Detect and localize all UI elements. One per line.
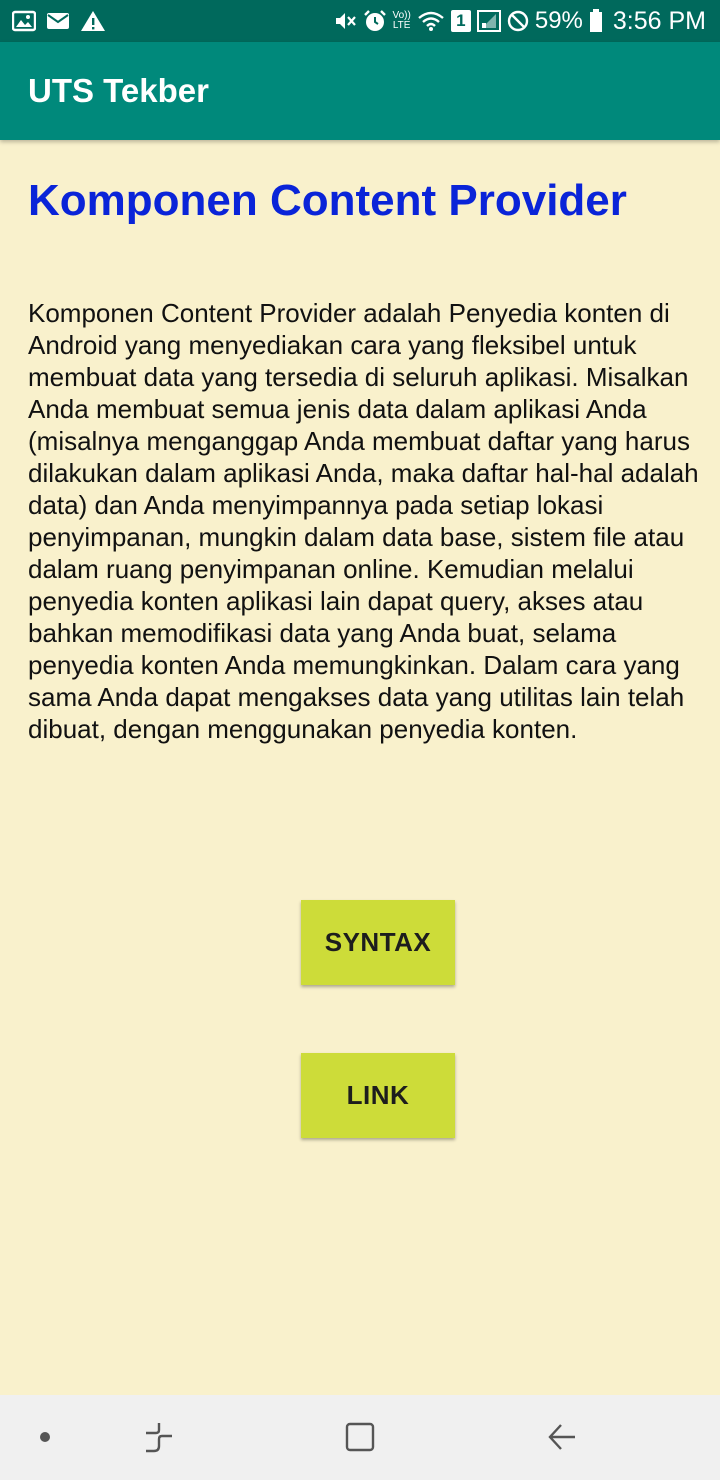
home-icon[interactable]: [340, 1417, 380, 1457]
main-content: Komponen Content Provider Komponen Conte…: [0, 140, 720, 1395]
link-button[interactable]: LINK: [301, 1053, 455, 1138]
signal-icon: [476, 10, 501, 32]
syntax-button[interactable]: SYNTAX: [301, 900, 455, 985]
warning-icon: [80, 10, 106, 32]
back-icon[interactable]: [542, 1417, 582, 1457]
sim-icon: 1: [450, 10, 471, 32]
gallery-icon: [12, 10, 36, 32]
app-title: UTS Tekber: [28, 72, 209, 109]
app-bar: UTS Tekber: [0, 42, 720, 140]
recents-icon[interactable]: [139, 1417, 179, 1457]
mute-icon: [333, 10, 357, 32]
battery-icon: [589, 9, 603, 33]
mail-icon: [46, 11, 70, 31]
page-title: Komponen Content Provider: [28, 176, 627, 225]
do-not-disturb-icon: [507, 10, 529, 32]
clock: 3:56 PM: [612, 6, 706, 35]
dot-icon[interactable]: [25, 1417, 65, 1457]
wifi-icon: [417, 10, 445, 32]
alarm-icon: [363, 9, 387, 33]
navigation-bar: [0, 1395, 720, 1480]
description-text: Komponen Content Provider adalah Penyedi…: [28, 298, 699, 744]
volte-icon: Vo)) LTE: [392, 10, 411, 31]
battery-percent: 59%: [534, 7, 583, 34]
status-bar-right: Vo)) LTE 1 59% 3:56 PM: [333, 6, 706, 36]
status-bar: Vo)) LTE 1 59% 3:56 PM: [0, 0, 720, 42]
status-bar-left: [12, 10, 106, 32]
